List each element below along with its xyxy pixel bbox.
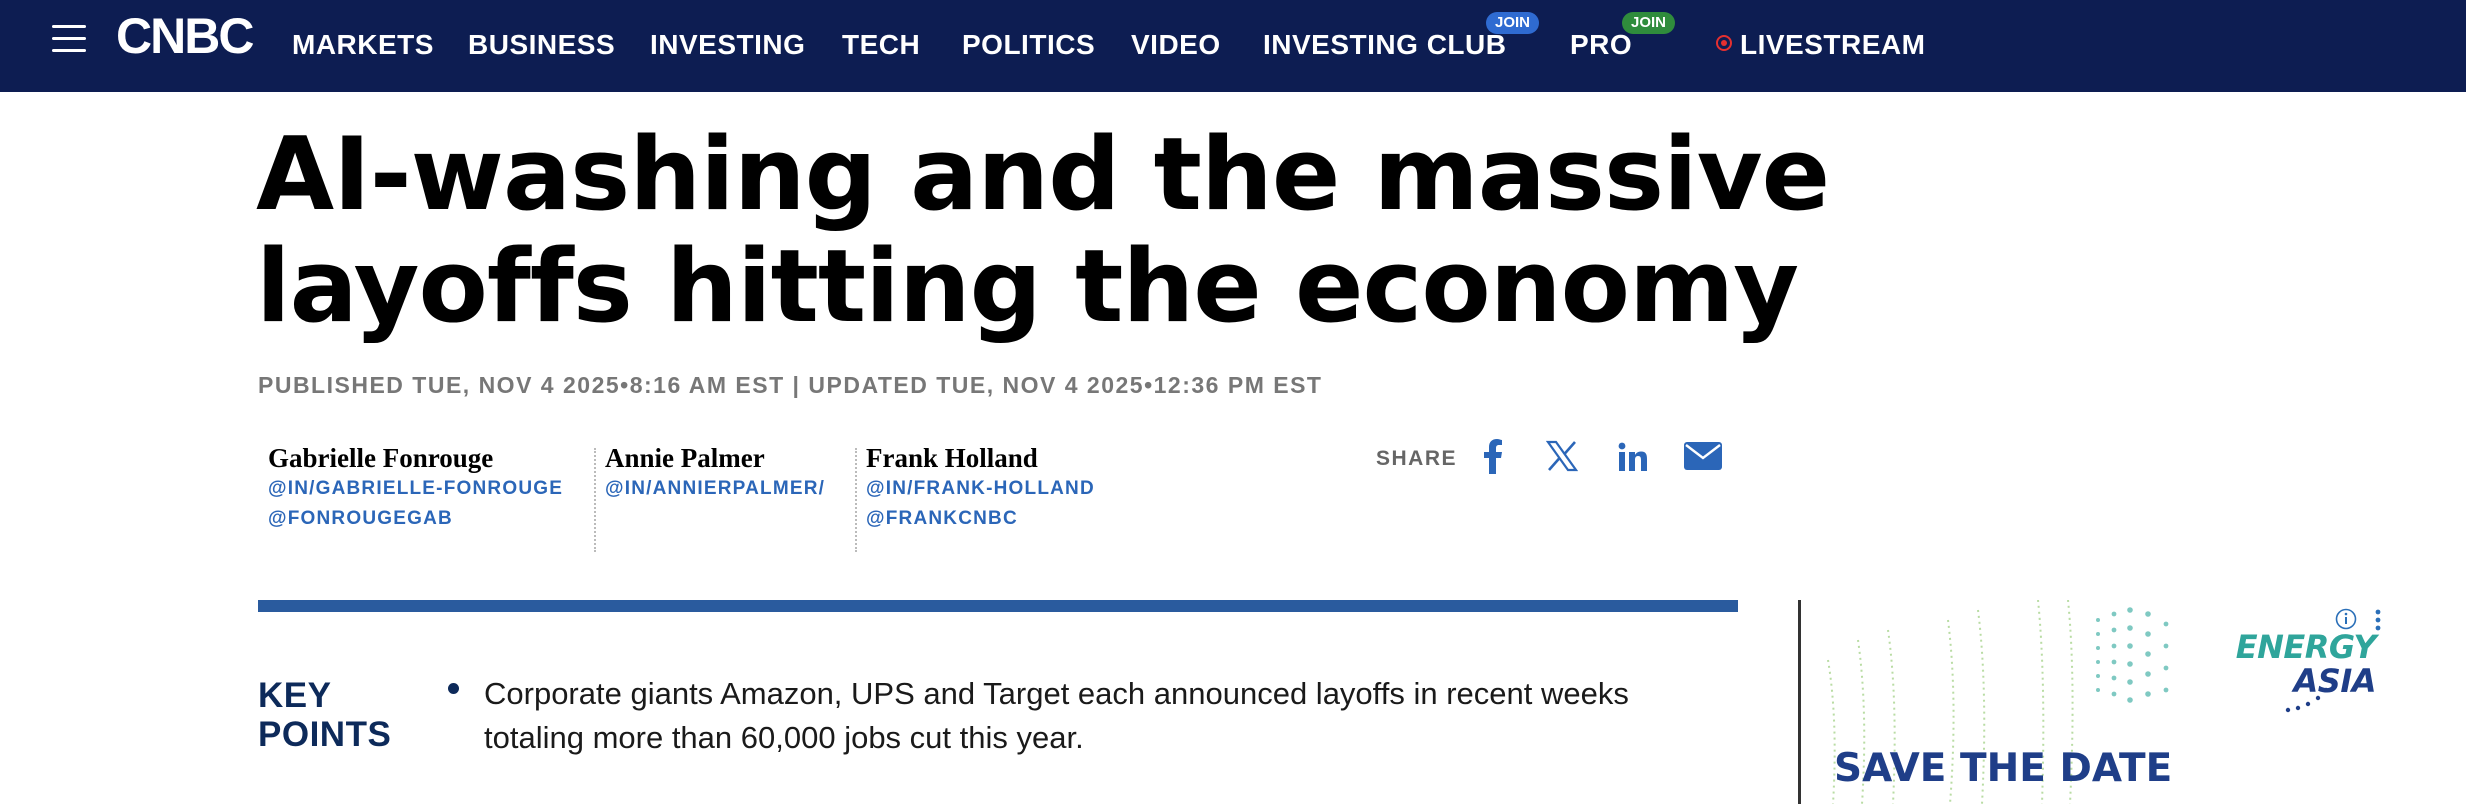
facebook-icon[interactable] [1482,438,1504,474]
menu-icon[interactable] [52,25,86,55]
author-name[interactable]: Gabrielle Fonrouge [268,442,563,474]
author-linkedin-link[interactable]: @IN/GABRIELLE-FONROUGE [268,474,563,504]
author-byline: Annie Palmer @IN/ANNIERPALMER/ [605,442,825,504]
author-name[interactable]: Frank Holland [866,442,1095,474]
author-name[interactable]: Annie Palmer [605,442,825,474]
ad-brand-line2: ASIA [2293,662,2377,700]
advertisement[interactable]: ENERGY ASIA SAVE THE DATE [1798,600,2398,804]
investing-club-join-badge[interactable]: JOIN [1486,12,1540,34]
ad-headline[interactable]: SAVE THE DATE [1834,746,2172,791]
article-headline: AI-washing and the massive layoffs hitti… [256,115,1830,345]
nav-item-livestream[interactable]: LIVESTREAM [1740,28,1925,62]
live-indicator-icon [1716,35,1732,51]
info-icon[interactable] [2335,608,2357,630]
nav-item-tech[interactable]: TECH [842,28,920,62]
published-timestamp: PUBLISHED TUE, NOV 4 2025•8:16 AM EST | … [258,372,1323,398]
author-divider [594,448,596,552]
nav-item-video[interactable]: VIDEO [1131,28,1221,62]
nav-item-markets[interactable]: MARKETS [292,28,434,62]
share-label: SHARE [1376,447,1458,470]
linkedin-icon[interactable] [1618,442,1648,472]
ad-brand-logo: ENERGY ASIA [2206,628,2377,700]
cnbc-logo[interactable]: CNBC [116,6,254,66]
section-divider [258,600,1738,612]
ad-border [1798,600,1801,804]
key-points-label-line1: KEY [258,676,332,715]
author-twitter-link[interactable]: @FONROUGEGAB [268,504,563,534]
nav-item-business[interactable]: BUSINESS [468,28,615,62]
key-point-item: Corporate giants Amazon, UPS and Target … [484,676,1629,755]
author-twitter-link[interactable]: @FRANKCNBC [866,504,1095,534]
bullet-icon [448,683,459,694]
nav-item-investing-club[interactable]: INVESTING CLUB [1263,28,1506,62]
author-byline: Gabrielle Fonrouge @IN/GABRIELLE-FONROUG… [268,442,563,534]
email-icon[interactable] [1684,442,1722,470]
author-divider [855,448,857,552]
key-points-heading: KEY POINTS [258,676,391,754]
author-linkedin-link[interactable]: @IN/ANNIERPALMER/ [605,474,825,504]
nav-item-pro[interactable]: PRO [1570,28,1632,62]
nav-item-investing[interactable]: INVESTING [650,28,805,62]
top-navigation-bar: CNBC MARKETS BUSINESS INVESTING TECH POL… [0,0,2466,92]
ad-brand-line1: ENERGY [2235,628,2377,666]
nav-item-politics[interactable]: POLITICS [962,28,1095,62]
x-icon[interactable] [1546,440,1578,472]
author-linkedin-link[interactable]: @IN/FRANK-HOLLAND [866,474,1095,504]
pro-join-badge[interactable]: JOIN [1622,12,1676,34]
author-byline: Frank Holland @IN/FRANK-HOLLAND @FRANKCN… [866,442,1095,534]
key-points-label-line2: POINTS [258,715,392,754]
